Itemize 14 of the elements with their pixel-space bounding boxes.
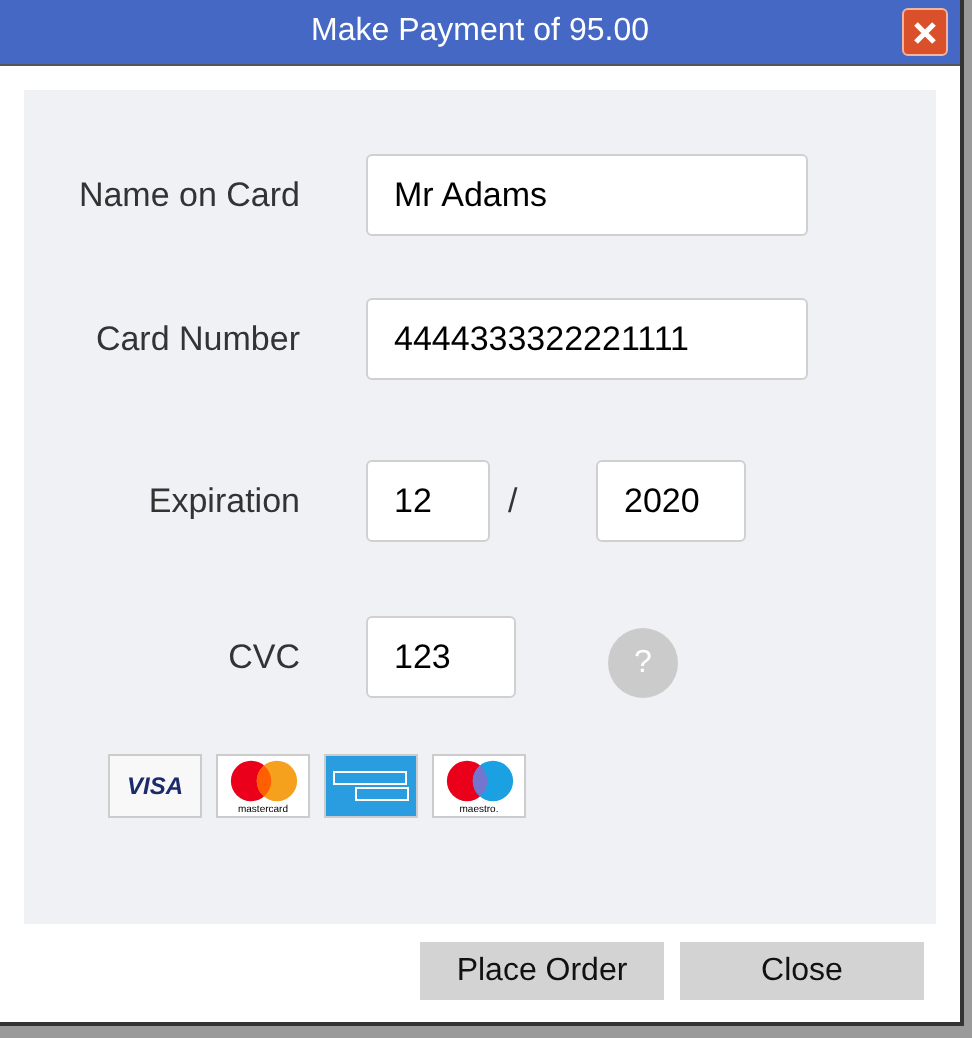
card-logo: VISA xyxy=(108,754,202,818)
window-title: Make Payment of 95.00 xyxy=(311,12,649,52)
dialog-button[interactable]: Close xyxy=(680,942,924,1000)
input-field[interactable]: Mr Adams xyxy=(366,154,808,236)
input-field[interactable]: 123 xyxy=(366,616,516,698)
separator: / xyxy=(508,479,520,524)
field-label: Name on Card xyxy=(76,173,300,218)
input-field[interactable]: 2020 xyxy=(596,460,746,542)
input-field[interactable]: 12 xyxy=(366,460,490,542)
field-label: Card Number xyxy=(93,317,300,362)
input-field[interactable]: 4444333322221111 xyxy=(366,298,808,380)
field-label: CVC xyxy=(226,635,300,680)
dialog-button[interactable]: Place Order xyxy=(420,942,664,1000)
field-label: Expiration xyxy=(146,479,300,524)
